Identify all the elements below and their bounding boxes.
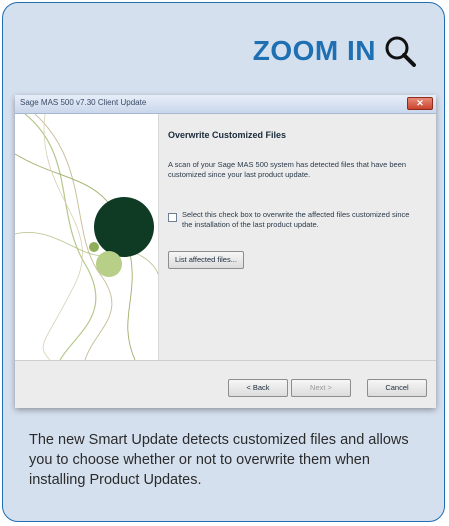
close-button[interactable]: ✕ [407,97,433,110]
cancel-button[interactable]: Cancel [367,379,427,397]
wizard-graphic [15,114,158,360]
footer-divider [15,360,436,361]
overwrite-checkbox[interactable] [168,213,177,222]
magnifier-icon [385,36,416,67]
back-button[interactable]: < Back [228,379,288,397]
caption-text: The new Smart Update detects customized … [29,432,409,488]
list-affected-files-button[interactable]: List affected files... [168,251,244,269]
dialog-heading: Overwrite Customized Files [168,130,287,140]
dialog-title: Sage MAS 500 v7.30 Client Update [20,98,147,107]
zoom-in-label: ZOOM IN [252,35,376,66]
pane-divider [158,114,159,360]
dialog-description: A scan of your Sage MAS 500 system has d… [168,160,407,179]
dialog-titlebar: Sage MAS 500 v7.30 Client Update ✕ [15,95,436,114]
overwrite-checkbox-label[interactable]: Select this check box to overwrite the a… [182,210,418,230]
dialog-screenshot: Sage MAS 500 v7.30 Client Update ✕ Overw… [15,95,436,408]
close-icon: ✕ [416,98,424,108]
zoom-card: ZOOM IN Sage MAS 500 v7.30 Client Update… [2,2,445,522]
dialog-content: Overwrite Customized Files A scan of you… [164,114,430,360]
wizard-graphic-art [15,114,158,360]
next-button[interactable]: Next > [291,379,351,397]
zoom-in-link[interactable]: ZOOM IN [253,29,418,73]
